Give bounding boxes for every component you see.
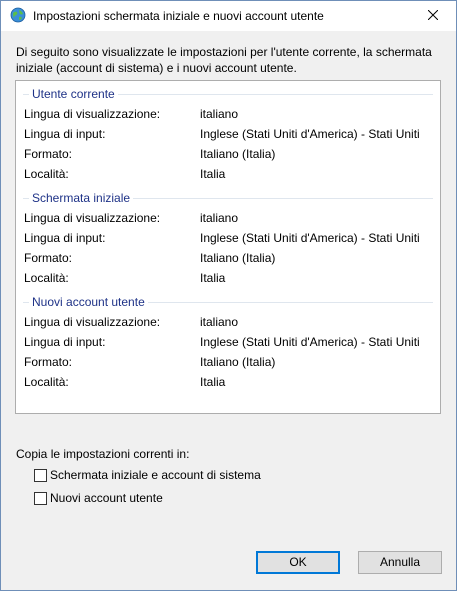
setting-value: Italiano (Italia)	[200, 355, 276, 369]
checkbox-box[interactable]	[34, 492, 47, 505]
setting-row: Lingua di input: Inglese (Stati Uniti d'…	[24, 127, 434, 143]
setting-label: Lingua di visualizzazione:	[24, 107, 161, 121]
dialog-window: Impostazioni schermata iniziale e nuovi …	[0, 0, 457, 591]
setting-value: italiano	[200, 211, 239, 225]
setting-label: Lingua di visualizzazione:	[24, 211, 161, 225]
section-title: Schermata iniziale	[29, 191, 134, 205]
setting-row: Località: Italia	[24, 375, 434, 391]
setting-label: Formato:	[24, 147, 73, 161]
setting-label: Lingua di input:	[24, 335, 106, 349]
setting-label: Lingua di input:	[24, 127, 106, 141]
close-icon	[427, 9, 439, 23]
checkbox-label[interactable]: Nuovi account utente	[50, 491, 163, 505]
setting-value: Italiano (Italia)	[200, 147, 276, 161]
setting-row: Lingua di input: Inglese (Stati Uniti d'…	[24, 335, 434, 351]
setting-row: Formato: Italiano (Italia)	[24, 251, 434, 267]
setting-value: Inglese (Stati Uniti d'America) - Stati …	[200, 127, 420, 141]
setting-row: Località: Italia	[24, 167, 434, 183]
setting-label: Località:	[24, 375, 69, 389]
section-header: Utente corrente	[23, 87, 433, 101]
setting-label: Località:	[24, 167, 69, 181]
setting-row: Lingua di input: Inglese (Stati Uniti d'…	[24, 231, 434, 247]
globe-icon	[10, 7, 26, 23]
cancel-button[interactable]: Annulla	[358, 551, 442, 574]
setting-label: Lingua di visualizzazione:	[24, 315, 161, 329]
setting-value: Inglese (Stati Uniti d'America) - Stati …	[200, 335, 420, 349]
setting-label: Lingua di input:	[24, 231, 106, 245]
section-title: Nuovi account utente	[29, 295, 148, 309]
setting-row: Lingua di visualizzazione: italiano	[24, 315, 434, 331]
setting-row: Lingua di visualizzazione: italiano	[24, 107, 434, 123]
setting-row: Formato: Italiano (Italia)	[24, 147, 434, 163]
setting-value: Italia	[200, 167, 226, 181]
section-header: Nuovi account utente	[23, 295, 433, 309]
checkbox-label[interactable]: Schermata iniziale e account di sistema	[50, 468, 261, 482]
setting-row: Formato: Italiano (Italia)	[24, 355, 434, 371]
intro-text: Di seguito sono visualizzate le impostaz…	[16, 45, 432, 75]
setting-value: Inglese (Stati Uniti d'America) - Stati …	[200, 231, 420, 245]
setting-row: Lingua di visualizzazione: italiano	[24, 211, 434, 227]
copy-settings-label: Copia le impostazioni correnti in:	[16, 447, 190, 461]
section-header: Schermata iniziale	[23, 191, 433, 205]
ok-button[interactable]: OK	[256, 551, 340, 574]
setting-value: Italia	[200, 375, 226, 389]
section-title: Utente corrente	[29, 87, 118, 101]
close-button[interactable]	[410, 1, 456, 31]
setting-value: italiano	[200, 315, 239, 329]
checkbox-box[interactable]	[34, 469, 47, 482]
setting-value: Italiano (Italia)	[200, 251, 276, 265]
title-bar: Impostazioni schermata iniziale e nuovi …	[1, 1, 456, 31]
setting-value: Italia	[200, 271, 226, 285]
setting-value: italiano	[200, 107, 239, 121]
settings-summary-box: Utente corrente Lingua di visualizzazion…	[15, 80, 441, 414]
window-title: Impostazioni schermata iniziale e nuovi …	[33, 9, 324, 23]
setting-label: Formato:	[24, 355, 73, 369]
setting-label: Località:	[24, 271, 69, 285]
setting-row: Località: Italia	[24, 271, 434, 287]
setting-label: Formato:	[24, 251, 73, 265]
